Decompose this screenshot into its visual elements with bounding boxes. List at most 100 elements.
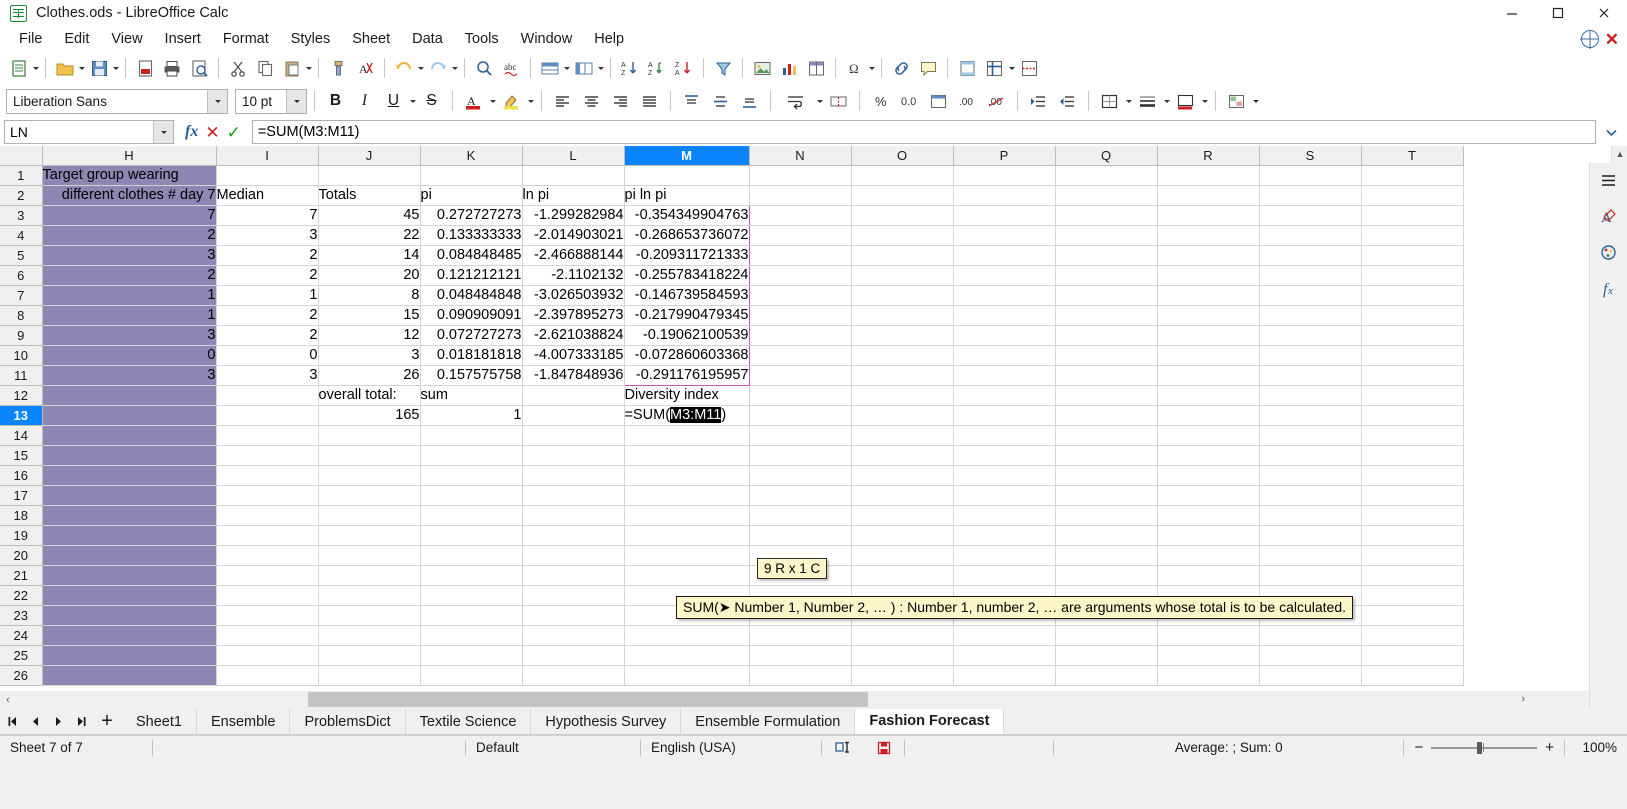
cell-N16[interactable]	[749, 465, 852, 486]
cell-T17[interactable]	[1361, 485, 1464, 506]
cell-L8[interactable]: -2.397895273	[522, 305, 625, 326]
row-header-19[interactable]: 19	[0, 525, 43, 546]
cell-M6[interactable]: -0.255783418224	[623, 265, 750, 286]
cell-O9[interactable]	[851, 325, 954, 346]
cell-L12[interactable]	[522, 385, 625, 406]
cell-L26[interactable]	[522, 665, 625, 686]
align-left-icon[interactable]	[549, 88, 576, 115]
cell-P26[interactable]	[953, 665, 1056, 686]
cell-N9[interactable]	[749, 325, 852, 346]
cell-Q7[interactable]	[1055, 285, 1158, 306]
cell-J18[interactable]	[318, 505, 421, 526]
cell-K24[interactable]	[420, 625, 523, 646]
cell-O21[interactable]	[851, 565, 954, 586]
close-document-icon[interactable]: ✕	[1605, 31, 1619, 48]
table-row[interactable]: 14	[0, 425, 1464, 446]
cut-icon[interactable]	[225, 55, 251, 81]
cell-R12[interactable]	[1157, 385, 1260, 406]
row-header-9[interactable]: 9	[0, 325, 43, 346]
cell-M5[interactable]: -0.209311721333	[623, 245, 750, 266]
freeze-caret-icon[interactable]	[1009, 66, 1015, 70]
insert-column-caret-icon[interactable]	[598, 66, 604, 70]
cell-R18[interactable]	[1157, 505, 1260, 526]
cell-L20[interactable]	[522, 545, 625, 566]
cell-O8[interactable]	[851, 305, 954, 326]
font-size-combobox[interactable]: 10 pt	[235, 88, 307, 114]
print-preview-icon[interactable]	[186, 55, 212, 81]
highlight-color-caret-icon[interactable]	[528, 99, 534, 103]
cell-K6[interactable]: 0.121212121	[420, 265, 523, 286]
format-currency-icon[interactable]: %	[867, 88, 894, 115]
font-color-icon[interactable]: A	[460, 88, 487, 115]
cell-N3[interactable]	[749, 205, 852, 226]
cell-L23[interactable]	[522, 605, 625, 626]
cell-J2[interactable]: Totals	[318, 185, 421, 206]
cell-H22[interactable]	[42, 585, 217, 606]
cell-S17[interactable]	[1259, 485, 1362, 506]
cell-M2[interactable]: pi ln pi	[624, 185, 750, 206]
sheet-tab-ensemble[interactable]: Ensemble	[197, 709, 291, 734]
cell-R1[interactable]	[1157, 165, 1260, 186]
cell-K3[interactable]: 0.272727273	[420, 205, 523, 226]
cell-O13[interactable]	[851, 405, 954, 426]
cell-T24[interactable]	[1361, 625, 1464, 646]
cell-T4[interactable]	[1361, 225, 1464, 246]
insert-chart-icon[interactable]	[776, 55, 802, 81]
cell-S14[interactable]	[1259, 425, 1362, 446]
menu-edit[interactable]: Edit	[53, 28, 100, 50]
cell-I22[interactable]	[216, 585, 319, 606]
row-header-11[interactable]: 11	[0, 365, 43, 386]
cell-K18[interactable]	[420, 505, 523, 526]
row-header-15[interactable]: 15	[0, 445, 43, 466]
insert-column-icon[interactable]	[571, 55, 597, 81]
cell-S20[interactable]	[1259, 545, 1362, 566]
cell-T10[interactable]	[1361, 345, 1464, 366]
row-header-22[interactable]: 22	[0, 585, 43, 606]
strikethrough-button[interactable]: S	[418, 88, 445, 115]
sidebar-styles-icon[interactable]	[1595, 239, 1623, 265]
table-row[interactable]: 16	[0, 465, 1464, 486]
cell-J25[interactable]	[318, 645, 421, 666]
sheet-tab-problemsdict[interactable]: ProblemsDict	[290, 709, 406, 734]
clone-formatting-icon[interactable]	[325, 55, 351, 81]
cell-H21[interactable]	[42, 565, 217, 586]
row-header-24[interactable]: 24	[0, 625, 43, 646]
insert-image-icon[interactable]	[749, 55, 775, 81]
cell-I15[interactable]	[216, 445, 319, 466]
first-sheet-icon[interactable]	[4, 711, 20, 733]
cell-S3[interactable]	[1259, 205, 1362, 226]
conditional-formatting-icon[interactable]	[1223, 88, 1250, 115]
cell-L1[interactable]	[522, 165, 625, 186]
cell-L9[interactable]: -2.621038824	[522, 325, 625, 346]
cell-N17[interactable]	[749, 485, 852, 506]
table-row[interactable]: 3 7 7 45 0.272727273 -1.299282984 -0.354349904…	[0, 204, 1464, 226]
cell-R13[interactable]	[1157, 405, 1260, 426]
conditional-formatting-caret-icon[interactable]	[1253, 99, 1259, 103]
language-globe-icon[interactable]	[1580, 30, 1599, 48]
bold-button[interactable]: B	[322, 88, 349, 115]
cell-L16[interactable]	[522, 465, 625, 486]
cell-J12[interactable]: overall total:	[318, 385, 421, 406]
table-row[interactable]: 26	[0, 665, 1464, 686]
cell-N15[interactable]	[749, 445, 852, 466]
cell-T21[interactable]	[1361, 565, 1464, 586]
cell-S19[interactable]	[1259, 525, 1362, 546]
column-header-O[interactable]: O	[851, 146, 954, 166]
cell-K17[interactable]	[420, 485, 523, 506]
cell-I2[interactable]: Median	[216, 185, 319, 206]
row-header-21[interactable]: 21	[0, 565, 43, 586]
cell-R7[interactable]	[1157, 285, 1260, 306]
cell-N13[interactable]	[749, 405, 852, 426]
select-all-corner[interactable]	[0, 146, 43, 166]
cell-H2[interactable]: different clothes # day 7	[42, 185, 217, 206]
cell-T26[interactable]	[1361, 665, 1464, 686]
cell-Q21[interactable]	[1055, 565, 1158, 586]
column-header-N[interactable]: N	[749, 146, 852, 166]
cell-P21[interactable]	[953, 565, 1056, 586]
cell-O25[interactable]	[851, 645, 954, 666]
cell-I16[interactable]	[216, 465, 319, 486]
cell-P12[interactable]	[953, 385, 1056, 406]
cell-Q14[interactable]	[1055, 425, 1158, 446]
cell-O17[interactable]	[851, 485, 954, 506]
pivot-table-icon[interactable]	[803, 55, 829, 81]
